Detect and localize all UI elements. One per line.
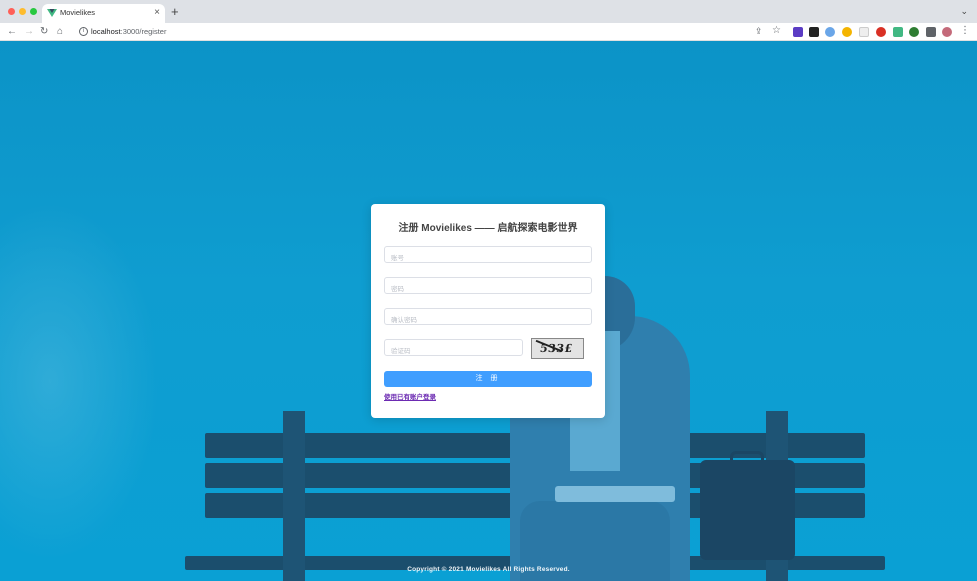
bench-post	[283, 411, 305, 581]
captcha-field[interactable]	[384, 339, 523, 359]
register-card: 注册 Movielikes —— 启航探索电影世界 533£ 注 册 使用已有账…	[371, 204, 605, 418]
tab-bar: Movielikes × + ⌄	[0, 0, 977, 23]
forward-icon[interactable]: →	[24, 25, 34, 39]
extension-icon[interactable]	[793, 27, 803, 37]
captcha-image[interactable]: 533£	[531, 338, 584, 359]
maximize-window-button[interactable]	[30, 8, 37, 15]
vue-favicon-icon	[47, 9, 57, 17]
extension-icon[interactable]	[842, 27, 852, 37]
tab-movielikes[interactable]: Movielikes ×	[42, 4, 165, 23]
reload-icon[interactable]: ↻	[40, 25, 48, 39]
extension-icon[interactable]	[859, 27, 869, 37]
puzzle-extensions-icon[interactable]	[926, 27, 936, 37]
share-icon[interactable]: ⇪	[755, 26, 763, 37]
browser-menu-icon[interactable]: ⋮	[960, 25, 970, 36]
captcha-input[interactable]	[385, 344, 522, 359]
extension-icon[interactable]	[809, 27, 819, 37]
url-text[interactable]: localhost:3000/register	[91, 27, 166, 36]
register-title: 注册 Movielikes —— 启航探索电影世界	[398, 223, 578, 234]
extension-icon[interactable]	[825, 27, 835, 37]
new-tab-button[interactable]: +	[171, 5, 179, 19]
suitcase	[700, 460, 795, 560]
background-glow	[0, 201, 160, 561]
tab-close-icon[interactable]: ×	[154, 6, 160, 20]
account-input[interactable]	[385, 251, 591, 266]
password-field[interactable]	[384, 277, 592, 297]
url-host: localhost	[91, 27, 121, 36]
account-field[interactable]	[384, 246, 592, 266]
extension-icon[interactable]	[909, 27, 919, 37]
home-icon[interactable]: ⌂	[57, 25, 63, 39]
back-icon[interactable]: ←	[7, 25, 17, 39]
register-page: 注册 Movielikes —— 启航探索电影世界 533£ 注 册 使用已有账…	[0, 41, 977, 581]
tab-title: Movielikes	[60, 8, 96, 17]
tab-search-icon[interactable]: ⌄	[960, 6, 968, 17]
extension-icon[interactable]	[876, 27, 886, 37]
profile-avatar[interactable]	[942, 27, 952, 37]
address-bar[interactable]: i localhost:3000/register	[75, 24, 785, 40]
confirm-password-input[interactable]	[385, 313, 591, 328]
chocolate-box	[555, 486, 675, 502]
close-window-button[interactable]	[8, 8, 15, 15]
browser-toolbar: ← → ↻ ⌂ i localhost:3000/register ⇪ ☆ ⋮	[0, 23, 977, 41]
captcha-text: 533£	[539, 342, 574, 355]
vue-devtools-icon[interactable]	[893, 27, 903, 37]
confirm-password-field[interactable]	[384, 308, 592, 328]
copyright-footer: Copyright © 2021 Movielikes All Rights R…	[407, 566, 570, 573]
login-link[interactable]: 使用已有账户登录	[384, 391, 436, 401]
password-input[interactable]	[385, 282, 591, 297]
bookmark-star-icon[interactable]: ☆	[772, 25, 781, 36]
site-info-icon[interactable]: i	[79, 27, 88, 36]
register-button[interactable]: 注 册	[384, 371, 592, 387]
url-path: :3000/register	[120, 27, 167, 36]
minimize-window-button[interactable]	[19, 8, 26, 15]
browser-chrome: Movielikes × + ⌄ ← → ↻ ⌂ i localhost:300…	[0, 0, 977, 41]
